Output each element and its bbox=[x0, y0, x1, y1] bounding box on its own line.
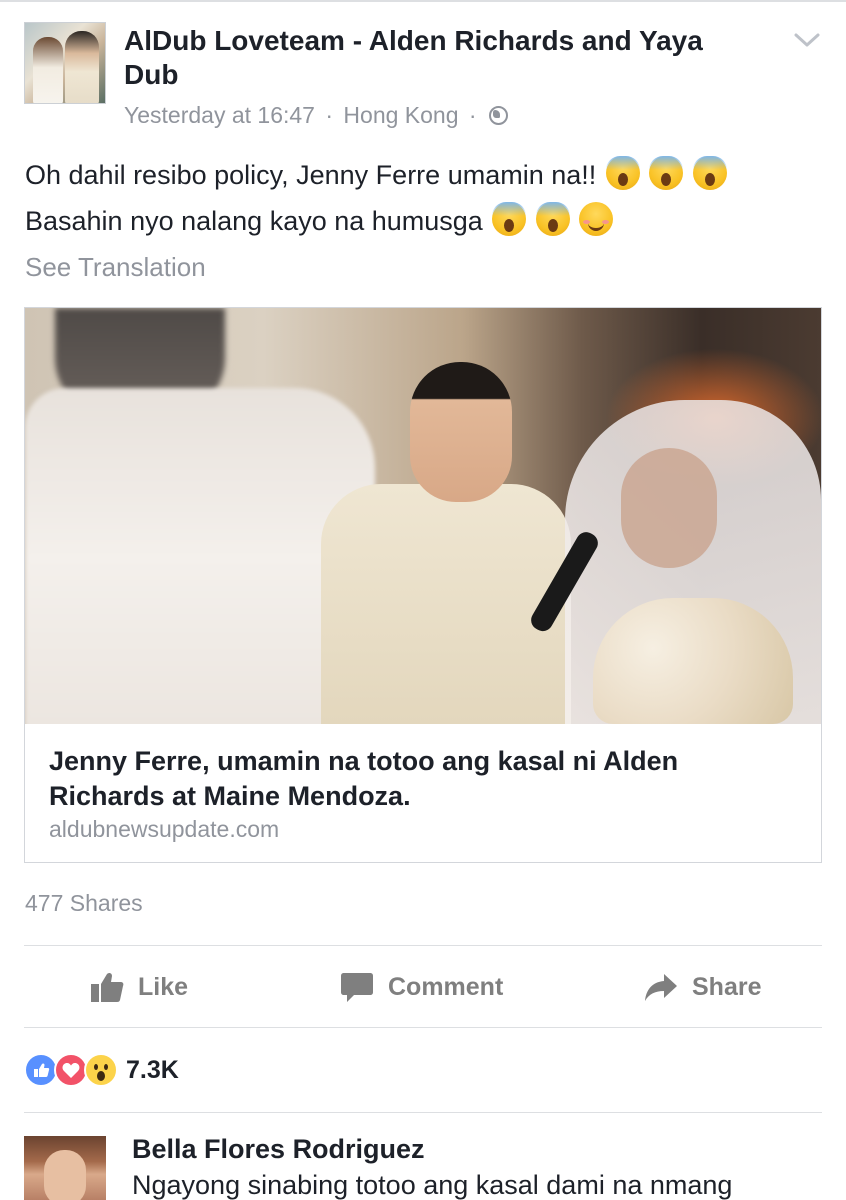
post-timestamp[interactable]: Yesterday at 16:47 bbox=[124, 102, 315, 128]
globe-icon bbox=[488, 106, 508, 125]
screaming-face-emoji-icon bbox=[649, 156, 684, 190]
post-message-line-2: Basahin nyo nalang kayo na humusga bbox=[25, 198, 815, 244]
see-translation-link[interactable]: See Translation bbox=[25, 252, 206, 283]
link-title[interactable]: Jenny Ferre, umamin na totoo ang kasal n… bbox=[49, 744, 789, 814]
comment-text: Ngayong sinabing totoo ang kasal dami na… bbox=[132, 1170, 733, 1200]
screaming-face-emoji-icon bbox=[692, 156, 727, 190]
divider bbox=[24, 1027, 822, 1028]
comment-label: Comment bbox=[388, 972, 504, 1001]
post-header: AlDub Loveteam - Alden Richards and Yaya… bbox=[24, 22, 822, 132]
link-preview-image[interactable] bbox=[25, 308, 821, 724]
love-reaction-icon bbox=[54, 1053, 88, 1087]
share-arrow-icon bbox=[645, 974, 677, 1001]
like-label: Like bbox=[138, 972, 189, 1001]
chevron-down-icon[interactable] bbox=[792, 28, 822, 52]
divider bbox=[24, 945, 822, 946]
like-reaction-icon bbox=[24, 1053, 58, 1087]
commenter-avatar-face bbox=[44, 1150, 86, 1200]
share-count[interactable]: 477 Shares bbox=[25, 890, 143, 917]
like-button[interactable]: Like bbox=[90, 948, 188, 1026]
commenter-avatar[interactable] bbox=[24, 1136, 106, 1200]
post-meta: Yesterday at 16:47 · Hong Kong · bbox=[124, 102, 508, 129]
avatar-figure-bride bbox=[33, 37, 63, 103]
smiling-face-emoji-icon bbox=[579, 202, 614, 236]
link-domain: aldubnewsupdate.com bbox=[49, 816, 280, 842]
link-preview-card[interactable]: Jenny Ferre, umamin na totoo ang kasal n… bbox=[24, 307, 822, 863]
post-message-text-2: Basahin nyo nalang kayo na humusga bbox=[25, 206, 483, 236]
commenter-name[interactable]: Bella Flores Rodriguez bbox=[132, 1134, 425, 1165]
post-message: Oh dahil resibo policy, Jenny Ferre umam… bbox=[25, 152, 815, 244]
post-message-text-1: Oh dahil resibo policy, Jenny Ferre umam… bbox=[25, 160, 597, 190]
image-groom-figure bbox=[321, 484, 571, 724]
top-divider bbox=[0, 0, 846, 2]
image-groom-head bbox=[410, 362, 512, 502]
meta-separator: · bbox=[468, 102, 477, 128]
thumbs-up-icon bbox=[91, 972, 124, 1002]
post-message-line-1: Oh dahil resibo policy, Jenny Ferre umam… bbox=[25, 152, 815, 198]
meta-separator: · bbox=[325, 102, 334, 128]
page-name-link[interactable]: AlDub Loveteam - Alden Richards and Yaya… bbox=[124, 24, 764, 92]
reactions-summary[interactable]: 7.3K bbox=[24, 1052, 179, 1088]
reaction-count: 7.3K bbox=[126, 1055, 179, 1084]
screaming-face-emoji-icon bbox=[605, 156, 640, 190]
share-button[interactable]: Share bbox=[644, 948, 761, 1026]
avatar-figure-groom bbox=[65, 31, 99, 103]
screaming-face-emoji-icon bbox=[535, 202, 570, 236]
image-bride-face bbox=[621, 448, 717, 568]
wow-reaction-icon bbox=[84, 1053, 118, 1087]
comment-bubble-icon bbox=[341, 973, 373, 1002]
page-avatar[interactable] bbox=[24, 22, 106, 104]
comment-button[interactable]: Comment bbox=[340, 948, 503, 1026]
share-label: Share bbox=[692, 972, 762, 1001]
image-bouquet bbox=[593, 598, 793, 724]
divider bbox=[24, 1112, 822, 1113]
screaming-face-emoji-icon bbox=[492, 202, 527, 236]
post-location[interactable]: Hong Kong bbox=[343, 102, 458, 128]
action-bar: Like Comment Share bbox=[24, 948, 822, 1026]
